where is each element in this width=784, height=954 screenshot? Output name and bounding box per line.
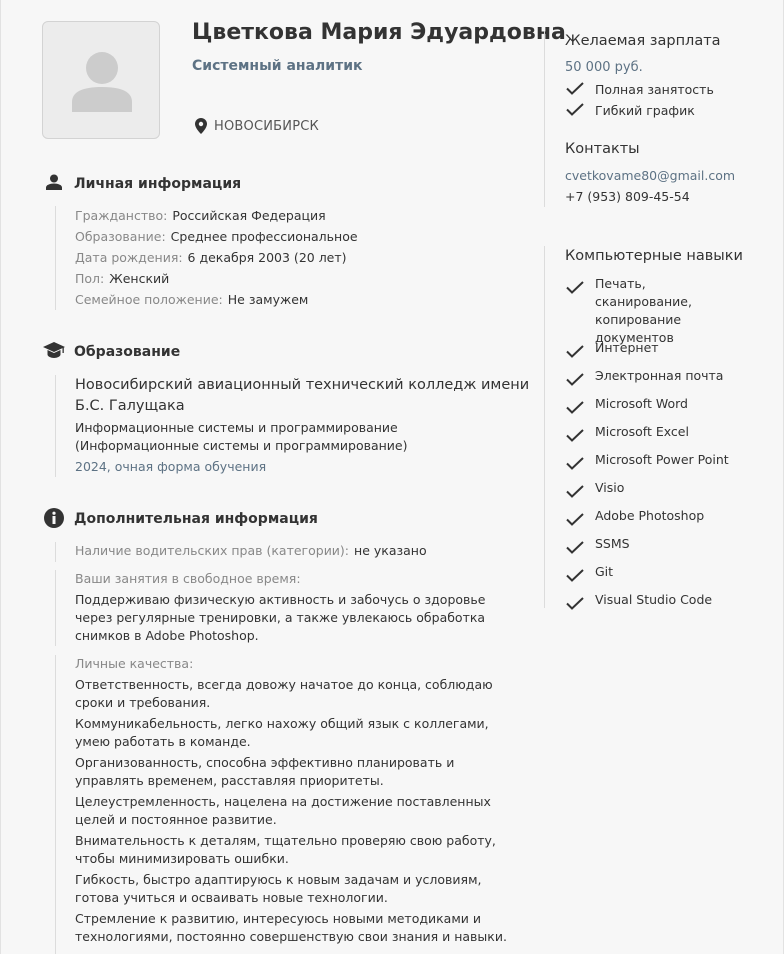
- education-title: Образование: [74, 344, 181, 360]
- desired-position: Системный аналитик: [192, 58, 363, 74]
- candidate-name: Цветкова Мария Эдуардовна: [192, 20, 566, 45]
- skill-label: SSMS: [595, 536, 630, 551]
- skill-label: Microsoft Word: [595, 396, 688, 411]
- email-link[interactable]: cvetkovame80@gmail.com: [565, 168, 735, 183]
- citizenship-row: Гражданство: Российская Федерация: [75, 208, 326, 223]
- skill-label: Интернет: [595, 340, 659, 355]
- salary-amount: 50 000 руб.: [565, 60, 643, 75]
- quality-item: Организованность, способна эффективно пл…: [75, 755, 455, 788]
- education-divider: [55, 375, 56, 477]
- education-level-row: Образование: Среднее профессиональное: [75, 229, 358, 244]
- info-icon: [44, 508, 64, 528]
- graduation-year-form: 2024, очная форма обучения: [75, 459, 267, 474]
- checkmark-icon: [566, 485, 584, 498]
- employment-type-label: Полная занятость: [595, 82, 714, 97]
- skill-item: Adobe Photoshop: [565, 507, 745, 532]
- graduation-cap-icon: [43, 342, 65, 358]
- hobbies-text: Поддерживаю физическую активность и забо…: [75, 592, 486, 643]
- location-pin-icon: [195, 118, 207, 134]
- quality-item: Ответственность, всегда довожу начатое д…: [75, 677, 493, 710]
- skill-item: Интернет: [565, 339, 745, 364]
- driving-license-row: Наличие водительских прав (категории): не…: [75, 543, 427, 558]
- skill-label: Visio: [595, 480, 625, 495]
- right-column-divider-bottom: [544, 246, 545, 608]
- specialty: Информационные системы и программировани…: [75, 420, 408, 453]
- contacts-title: Контакты: [565, 141, 640, 157]
- personal-info-title: Личная информация: [74, 176, 242, 192]
- checkmark-icon: [566, 513, 584, 526]
- skill-label: Git: [595, 564, 614, 579]
- checkmark-icon: [566, 401, 584, 414]
- hobbies-label: Ваши занятия в свободное время:: [75, 571, 301, 586]
- citizenship-label: Гражданство:: [75, 208, 168, 223]
- institution-name: Новосибирский авиационный технический ко…: [75, 377, 530, 414]
- education-level-label: Образование:: [75, 229, 166, 244]
- marital-status-value: Не замужем: [227, 292, 309, 307]
- personal-info-divider: [55, 206, 56, 310]
- skill-item: Visual Studio Code: [565, 591, 745, 616]
- checkmark-icon: [566, 457, 584, 470]
- skill-item: Microsoft Power Point: [565, 451, 745, 476]
- citizenship-value: Российская Федерация: [172, 208, 326, 223]
- birth-date-value: 6 декабря 2003 (20 лет): [187, 250, 347, 265]
- checkmark-icon: [566, 281, 584, 294]
- skill-label: Электронная почта: [595, 368, 724, 383]
- checkmark-icon: [566, 82, 584, 95]
- avatar-placeholder: [42, 21, 160, 139]
- schedule-item: Гибкий график: [565, 102, 745, 121]
- driving-license-value: не указано: [354, 543, 427, 558]
- skill-label: Adobe Photoshop: [595, 508, 705, 523]
- license-divider: [55, 542, 56, 562]
- checkmark-icon: [566, 569, 584, 582]
- skill-label: Печать, сканирование, копирование докуме…: [595, 276, 692, 345]
- qualities-divider: [55, 655, 56, 954]
- checkmark-icon: [566, 103, 584, 116]
- gender-value: Женский: [109, 271, 170, 286]
- person-icon: [46, 174, 62, 190]
- birth-date-row: Дата рождения: 6 декабря 2003 (20 лет): [75, 250, 347, 265]
- skill-label: Visual Studio Code: [595, 592, 713, 607]
- user-silhouette-icon: [72, 52, 132, 112]
- marital-status-row: Семейное положение: Не замужем: [75, 292, 308, 307]
- quality-item: Целеустремленность, нацелена на достижен…: [75, 794, 491, 827]
- skill-item: SSMS: [565, 535, 745, 560]
- gender-row: Пол: Женский: [75, 271, 169, 286]
- skill-item: Электронная почта: [565, 367, 745, 392]
- hobbies-divider: [55, 570, 56, 646]
- qualities-label: Личные качества:: [75, 656, 194, 671]
- schedule-label: Гибкий график: [595, 103, 695, 118]
- skill-label: Microsoft Excel: [595, 424, 689, 439]
- checkmark-icon: [566, 345, 584, 358]
- quality-item: Гибкость, быстро адаптируюсь к новым зад…: [75, 872, 482, 905]
- skill-item: Git: [565, 563, 745, 588]
- salary-title: Желаемая зарплата: [565, 33, 721, 49]
- city-location: НОВОСИБИРСК: [195, 118, 319, 134]
- quality-item: Внимательность к деталям, тщательно пров…: [75, 833, 496, 866]
- skill-item: Visio: [565, 479, 745, 504]
- driving-license-label: Наличие водительских прав (категории):: [75, 543, 350, 558]
- skills-title: Компьютерные навыки: [565, 248, 743, 264]
- checkmark-icon: [566, 597, 584, 610]
- skill-item: Печать, сканирование, копирование докуме…: [565, 275, 745, 347]
- quality-item: Коммуникабельность, легко нахожу общий я…: [75, 716, 489, 749]
- quality-item: Стремление к развитию, интересуюсь новым…: [75, 911, 507, 944]
- right-column-divider-top: [544, 31, 545, 207]
- checkmark-icon: [566, 373, 584, 386]
- city-name: НОВОСИБИРСК: [214, 118, 319, 134]
- skill-item: Microsoft Word: [565, 395, 745, 420]
- additional-info-title: Дополнительная информация: [74, 511, 318, 527]
- skill-item: Microsoft Excel: [565, 423, 745, 448]
- gender-label: Пол:: [75, 271, 105, 286]
- education-level-value: Среднее профессиональное: [170, 229, 358, 244]
- checkmark-icon: [566, 541, 584, 554]
- phone-number: +7 (953) 809-45-54: [565, 189, 690, 204]
- marital-status-label: Семейное положение:: [75, 292, 223, 307]
- employment-type-item: Полная занятость: [565, 81, 745, 100]
- birth-date-label: Дата рождения:: [75, 250, 183, 265]
- skill-label: Microsoft Power Point: [595, 452, 729, 467]
- checkmark-icon: [566, 429, 584, 442]
